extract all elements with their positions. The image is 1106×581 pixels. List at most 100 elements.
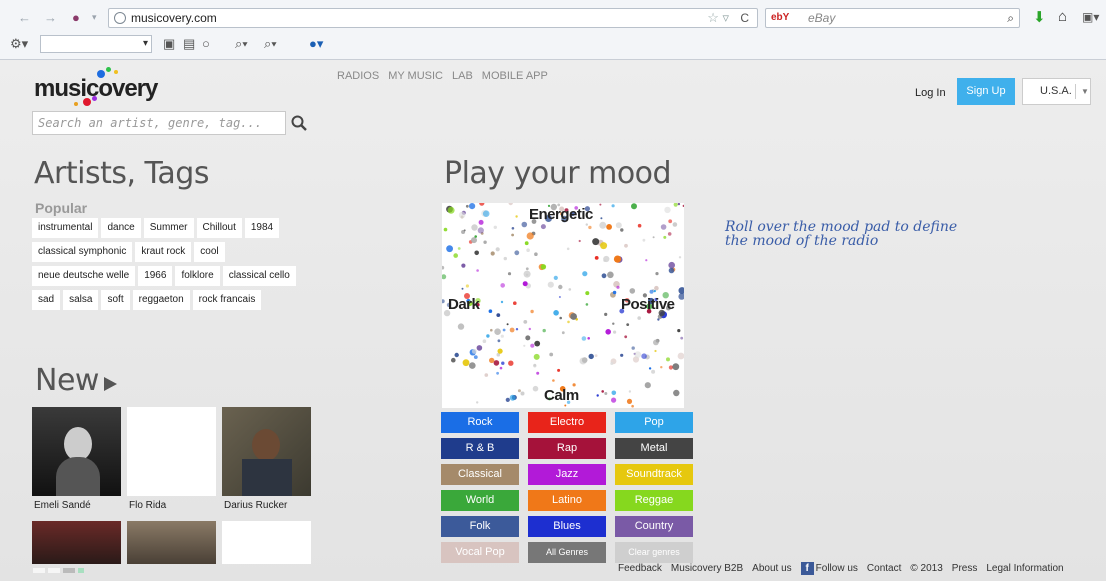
album-artist[interactable]: Flo Rida	[129, 500, 166, 511]
identity-dropdown-icon[interactable]: ▾	[92, 12, 97, 23]
footer-follow[interactable]: f Follow us	[800, 562, 858, 575]
tag[interactable]: reggaeton	[132, 290, 190, 310]
genre-button[interactable]: Rock	[441, 412, 519, 433]
genre-button[interactable]: Folk	[441, 516, 519, 537]
country-select[interactable]: U.S.A. ▼	[1022, 78, 1091, 105]
album-cover[interactable]	[127, 407, 216, 496]
genre-button[interactable]: R & B	[441, 438, 519, 459]
genre-button[interactable]: Jazz	[528, 464, 606, 485]
translate-icon[interactable]: ▤	[183, 36, 195, 52]
mood-dot	[499, 366, 503, 370]
genre-button[interactable]: Rap	[528, 438, 606, 459]
all-genres-button[interactable]: All Genres	[528, 542, 606, 563]
tag[interactable]: instrumental	[32, 218, 99, 238]
search-icon[interactable]: ⌕	[1007, 9, 1014, 27]
footer-feedback[interactable]: Feedback	[618, 563, 662, 574]
tag[interactable]: rock francais	[192, 290, 262, 310]
pager-dot[interactable]	[33, 568, 45, 573]
tag-row: classical symphonic kraut rock cool	[32, 242, 302, 266]
nav-lab[interactable]: LAB	[452, 70, 473, 82]
footer-contact[interactable]: Contact	[867, 563, 901, 574]
addon-combobox[interactable]: ▾	[40, 35, 152, 53]
genre-button[interactable]: Pop	[615, 412, 693, 433]
pager-dot[interactable]	[78, 568, 84, 573]
album-artist[interactable]: Darius Rucker	[224, 500, 287, 511]
mood-dot	[532, 385, 539, 392]
facebook-icon[interactable]: f	[800, 562, 814, 575]
tag[interactable]: folklore	[175, 266, 220, 286]
reload-icon[interactable]: C	[740, 9, 749, 27]
ebay-engine-icon[interactable]: ebY	[771, 9, 789, 27]
album-cover[interactable]	[32, 521, 121, 564]
tag[interactable]: sad	[32, 290, 61, 310]
tag[interactable]: kraut rock	[135, 242, 192, 262]
album-cover[interactable]	[222, 407, 311, 496]
tag[interactable]: Chillout	[196, 218, 242, 238]
browser-search-bar[interactable]: ebY eBay ⌕	[765, 8, 1020, 28]
genre-button[interactable]: Classical	[441, 464, 519, 485]
mood-pad[interactable]: Energetic Dark Positive Calm	[442, 203, 684, 408]
footer-press[interactable]: Press	[952, 563, 978, 574]
mood-dot	[524, 241, 529, 246]
tag[interactable]: neue deutsche welle	[32, 266, 136, 286]
pager-dot[interactable]	[63, 568, 75, 573]
genre-button[interactable]: World	[441, 490, 519, 511]
genre-button[interactable]: Blues	[528, 516, 606, 537]
mood-dot	[631, 203, 637, 210]
footer-b2b[interactable]: Musicovery B2B	[671, 563, 743, 574]
nav-my-music[interactable]: MY MUSIC	[388, 70, 443, 82]
album-cover[interactable]	[127, 521, 216, 564]
footer-about[interactable]: About us	[752, 563, 791, 574]
genre-button[interactable]: Country	[615, 516, 693, 537]
genre-button[interactable]: Metal	[615, 438, 693, 459]
forward-icon[interactable]: →	[44, 10, 57, 25]
album-cover[interactable]	[32, 407, 121, 496]
login-link[interactable]: Log In	[915, 87, 946, 99]
download-icon[interactable]: ⬇	[1033, 8, 1046, 26]
mood-dot	[511, 233, 514, 237]
info-icon[interactable]: ●▾	[309, 36, 323, 52]
genre-button[interactable]: Latino	[528, 490, 606, 511]
zoom-icon[interactable]: ⌕▾	[235, 36, 248, 52]
nav-mobile-app[interactable]: MOBILE APP	[482, 70, 548, 82]
nav-radios[interactable]: RADIOS	[337, 70, 379, 82]
album-artist[interactable]: Emeli Sandé	[34, 500, 91, 511]
tag[interactable]: 1984	[244, 218, 280, 238]
mood-dot	[644, 382, 651, 389]
album-cover[interactable]	[222, 521, 311, 564]
genre-button[interactable]: Electro	[528, 412, 606, 433]
tag[interactable]: cool	[194, 242, 225, 262]
tag[interactable]: classical symphonic	[32, 242, 133, 262]
home-icon[interactable]: ⌂	[1058, 8, 1067, 25]
tag[interactable]: 1966	[138, 266, 173, 286]
comment-icon[interactable]: ○	[202, 36, 210, 51]
footer-legal[interactable]: Legal Information	[986, 563, 1063, 574]
pager-dot[interactable]	[48, 568, 60, 573]
chevron-down-icon: ▼	[1081, 87, 1089, 96]
zoom-plus-icon[interactable]: ⌕▾	[264, 36, 277, 52]
genre-button[interactable]: Soundtrack	[615, 464, 693, 485]
search-icon[interactable]	[291, 115, 307, 131]
tag[interactable]: Summer	[143, 218, 194, 238]
site-identity-icon[interactable]: ●	[72, 10, 80, 25]
logo-dot-blue	[97, 70, 105, 78]
tag[interactable]: dance	[101, 218, 141, 238]
bookmark-star-icon[interactable]: ☆ ▿	[707, 9, 729, 27]
mood-dot	[482, 339, 487, 343]
tag[interactable]: salsa	[63, 290, 99, 310]
mood-dot	[561, 331, 565, 335]
address-bar[interactable]: musicovery.com ☆ ▿ C	[108, 8, 758, 28]
tag[interactable]: classical cello	[222, 266, 296, 286]
signup-button[interactable]: Sign Up	[957, 78, 1015, 105]
menu-icon[interactable]: ▣▾	[1082, 10, 1099, 24]
play-arrow-icon[interactable]	[104, 377, 117, 391]
back-icon[interactable]: ←	[18, 10, 31, 25]
clear-genres-button[interactable]: Clear genres	[615, 542, 693, 563]
tag[interactable]: soft	[101, 290, 130, 310]
genre-button[interactable]: Vocal Pop	[441, 542, 519, 563]
site-search-input[interactable]: Search an artist, genre, tag...	[32, 111, 286, 135]
mood-title: Play your mood	[444, 156, 672, 191]
addon-icon[interactable]: ⚙▾	[10, 36, 28, 52]
genre-button[interactable]: Reggae	[615, 490, 693, 511]
grid-icon[interactable]: ▣	[163, 36, 175, 52]
